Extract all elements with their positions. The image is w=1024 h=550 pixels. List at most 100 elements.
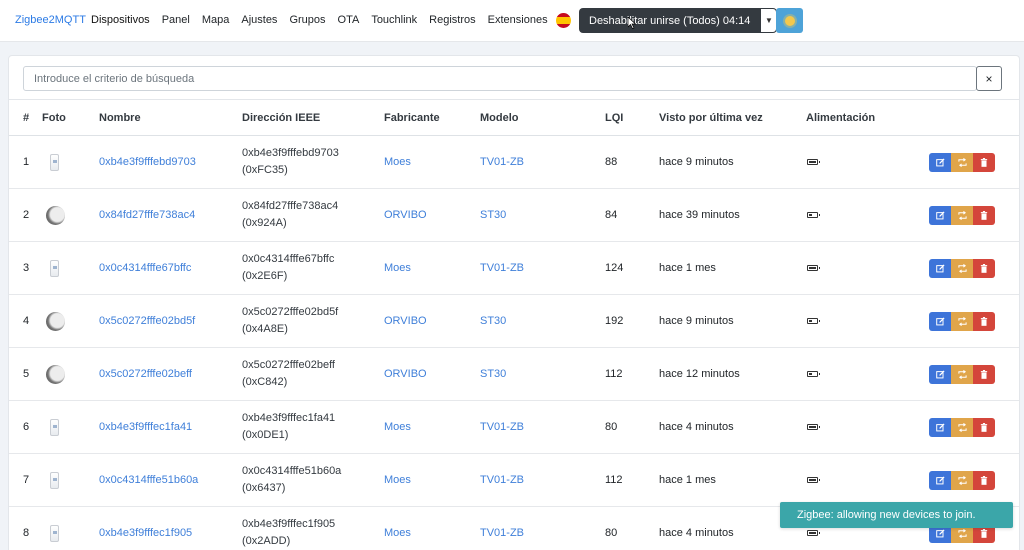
rename-icon <box>957 210 967 220</box>
lqi-value: 88 <box>605 135 659 189</box>
ieee-address-cell: 0xb4e3f9fffebd9703 (0xFC35) <box>242 135 384 189</box>
remove-button[interactable] <box>973 311 995 331</box>
edit-icon <box>935 263 945 272</box>
col-header-photo: Foto <box>42 99 99 136</box>
model-link[interactable]: ST30 <box>480 209 506 221</box>
nav-link-touchlink[interactable]: Touchlink <box>371 14 417 26</box>
edit-button[interactable] <box>929 205 951 225</box>
spain-flag-icon[interactable] <box>556 13 571 28</box>
ieee-address-cell: 0xb4e3f9fffec1f905 (0x2ADD) <box>242 506 384 550</box>
manufacturer-link[interactable]: ORVIBO <box>384 209 427 221</box>
edit-button[interactable] <box>929 152 951 172</box>
col-header-number[interactable]: # <box>9 99 42 136</box>
permit-join-button[interactable]: Deshabilitar unirse (Todos) 04:14 <box>579 8 761 33</box>
search-input[interactable] <box>23 66 977 91</box>
nav-link-map[interactable]: Mapa <box>202 14 230 26</box>
table-row: 2 0x84fd27fffe738ac4 0x84fd27fffe738ac4 (0x… <box>9 188 1019 242</box>
model-link[interactable]: ST30 <box>480 315 506 327</box>
rename-button[interactable] <box>951 258 973 278</box>
col-header-last-seen[interactable]: Visto por última vez <box>659 99 806 136</box>
manufacturer-link[interactable]: Moes <box>384 262 411 274</box>
nav-link-ota[interactable]: OTA <box>338 14 360 26</box>
manufacturer-link[interactable]: ORVIBO <box>384 315 427 327</box>
device-photo-cell <box>42 453 99 507</box>
device-name-link[interactable]: 0xb4e3f9fffec1fa41 <box>99 421 192 433</box>
model-link[interactable]: TV01-ZB <box>480 262 524 274</box>
col-header-ieee[interactable]: Dirección IEEE <box>242 99 384 136</box>
manufacturer-cell: Moes <box>384 135 480 189</box>
edit-button[interactable] <box>929 258 951 278</box>
remove-button[interactable] <box>973 417 995 437</box>
device-photo-cell <box>42 347 99 401</box>
theme-toggle-button[interactable] <box>776 8 803 33</box>
remove-button[interactable] <box>973 364 995 384</box>
manufacturer-link[interactable]: Moes <box>384 474 411 486</box>
rename-button[interactable] <box>951 205 973 225</box>
device-name-link[interactable]: 0x0c4314fffe67bffc <box>99 262 191 274</box>
notification-toast[interactable]: Zigbee: allowing new devices to join. <box>780 502 1013 528</box>
clear-search-button[interactable]: × <box>976 66 1002 91</box>
brand-link[interactable]: Zigbee2MQTT <box>15 14 86 26</box>
model-cell: ST30 <box>480 347 605 401</box>
rename-button[interactable] <box>951 470 973 490</box>
col-header-name[interactable]: Nombre <box>99 99 242 136</box>
model-link[interactable]: ST30 <box>480 368 506 380</box>
col-header-power[interactable]: Alimentación <box>806 99 916 136</box>
battery-full-icon <box>807 159 820 165</box>
device-photo <box>46 205 65 225</box>
power-cell <box>806 294 916 348</box>
nav-link-extensions[interactable]: Extensiones <box>488 14 548 26</box>
row-number: 5 <box>9 347 42 401</box>
device-photo-cell <box>42 294 99 348</box>
actions-cell <box>916 453 1019 507</box>
manufacturer-link[interactable]: ORVIBO <box>384 368 427 380</box>
model-link[interactable]: TV01-ZB <box>480 421 524 433</box>
actions-cell <box>916 347 1019 401</box>
model-link[interactable]: TV01-ZB <box>480 527 524 539</box>
manufacturer-link[interactable]: Moes <box>384 527 411 539</box>
col-header-manufacturer[interactable]: Fabricante <box>384 99 480 136</box>
manufacturer-link[interactable]: Moes <box>384 156 411 168</box>
device-name-link[interactable]: 0xb4e3f9fffebd9703 <box>99 156 196 168</box>
ieee-address: 0x5c0272fffe02bd5f <box>242 306 339 318</box>
lqi-value: 80 <box>605 506 659 550</box>
nav-link-logs[interactable]: Registros <box>429 14 475 26</box>
device-photo-cell <box>42 506 99 550</box>
remove-button[interactable] <box>973 258 995 278</box>
device-name-link[interactable]: 0x5c0272fffe02bd5f <box>99 315 195 327</box>
manufacturer-link[interactable]: Moes <box>384 421 411 433</box>
nav-link-devices[interactable]: Dispositivos <box>91 14 150 26</box>
edit-button[interactable] <box>929 417 951 437</box>
edit-button[interactable] <box>929 311 951 331</box>
edit-button[interactable] <box>929 364 951 384</box>
last-seen-value: hace 1 mes <box>659 241 806 295</box>
edit-button[interactable] <box>929 470 951 490</box>
lqi-value: 124 <box>605 241 659 295</box>
rename-button[interactable] <box>951 311 973 331</box>
rename-button[interactable] <box>951 364 973 384</box>
model-link[interactable]: TV01-ZB <box>480 474 524 486</box>
nav-link-dashboard[interactable]: Panel <box>162 14 190 26</box>
device-name-link[interactable]: 0x5c0272fffe02beff <box>99 368 192 380</box>
nav-link-settings[interactable]: Ajustes <box>241 14 277 26</box>
rename-button[interactable] <box>951 417 973 437</box>
device-name-link[interactable]: 0x0c4314fffe51b60a <box>99 474 198 486</box>
col-header-lqi[interactable]: LQI <box>605 99 659 136</box>
nav-link-groups[interactable]: Grupos <box>289 14 325 26</box>
actions-cell <box>916 241 1019 295</box>
rename-button[interactable] <box>951 152 973 172</box>
battery-full-icon <box>807 424 820 430</box>
trash-icon <box>980 475 988 485</box>
remove-button[interactable] <box>973 152 995 172</box>
permit-join-dropdown-toggle[interactable]: ▼ <box>760 8 778 33</box>
manufacturer-cell: Moes <box>384 400 480 454</box>
remove-button[interactable] <box>973 205 995 225</box>
model-cell: TV01-ZB <box>480 453 605 507</box>
col-header-model[interactable]: Modelo <box>480 99 605 136</box>
power-cell <box>806 188 916 242</box>
col-header-actions <box>916 99 1019 136</box>
device-name-link[interactable]: 0xb4e3f9fffec1f905 <box>99 527 192 539</box>
device-name-link[interactable]: 0x84fd27fffe738ac4 <box>99 209 195 221</box>
remove-button[interactable] <box>973 470 995 490</box>
model-link[interactable]: TV01-ZB <box>480 156 524 168</box>
